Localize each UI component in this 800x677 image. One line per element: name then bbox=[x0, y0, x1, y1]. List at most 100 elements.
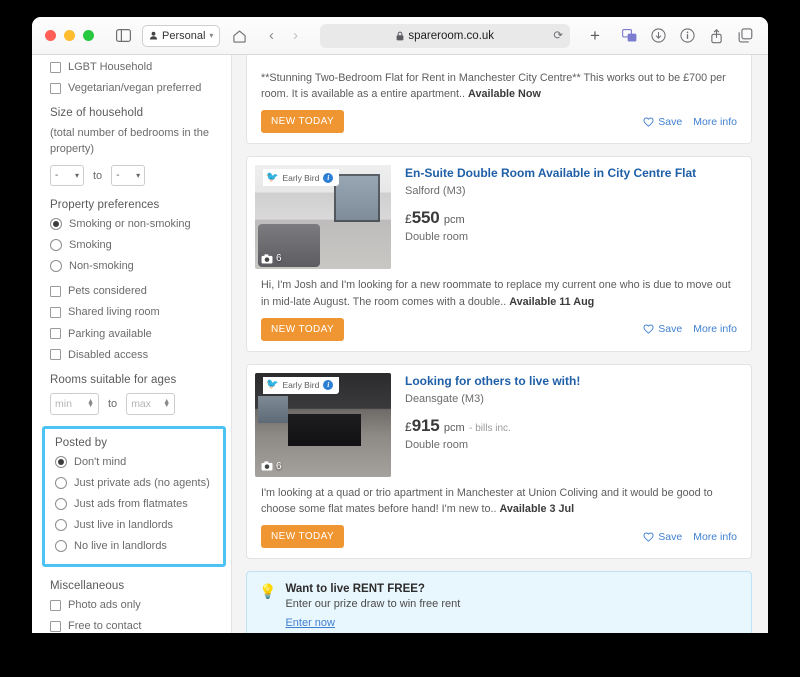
save-listing-button[interactable]: Save bbox=[643, 323, 682, 335]
filter-pets-considered[interactable]: Pets considered bbox=[50, 285, 218, 297]
window-controls bbox=[45, 30, 94, 41]
tab-group-icon[interactable] bbox=[732, 24, 758, 48]
household-size-to-select[interactable]: - ▾ bbox=[111, 165, 146, 187]
listing-room-type: Double room bbox=[405, 231, 468, 244]
listing-thumbnail[interactable]: 🐦 Early Bird i 6 bbox=[255, 165, 391, 270]
sidebar-toggle-icon[interactable] bbox=[110, 24, 136, 48]
save-listing-button[interactable]: Save bbox=[643, 531, 682, 543]
listing-title[interactable]: Looking for others to live with! bbox=[405, 374, 741, 390]
miscellaneous-group: Miscellaneous Photo ads only Free to con… bbox=[50, 580, 218, 633]
spinner-icon[interactable]: ▲ ▼ bbox=[87, 398, 94, 409]
availability-text: Available 11 Aug bbox=[509, 295, 595, 308]
price-unit: pcm bbox=[443, 421, 465, 434]
new-today-badge[interactable]: NEW TODAY bbox=[261, 525, 345, 549]
close-window-button[interactable] bbox=[45, 30, 56, 41]
price-currency: £ bbox=[405, 419, 412, 434]
new-tab-button[interactable]: + bbox=[584, 26, 606, 46]
filter-label: No live in landlords bbox=[74, 540, 167, 553]
radio-just-ads-from-flatmates[interactable]: Just ads from flatmates bbox=[55, 498, 213, 510]
radio-no-live-in-landlords[interactable]: No live in landlords bbox=[55, 540, 213, 553]
address-bar[interactable]: spareroom.co.uk ⟳ bbox=[320, 23, 570, 48]
early-bird-badge: 🐦 Early Bird i bbox=[263, 376, 340, 394]
filter-label: Don't mind bbox=[74, 455, 127, 468]
spinner-icon[interactable]: ▲ ▼ bbox=[163, 398, 170, 409]
promo-subtitle: Enter our prize draw to win free rent bbox=[285, 598, 461, 611]
radio-icon[interactable] bbox=[55, 455, 67, 468]
radio-just-live-in-landlords[interactable]: Just live in landlords bbox=[55, 519, 213, 532]
radio-just-private-ads[interactable]: Just private ads (no agents) bbox=[55, 477, 213, 489]
filter-vegetarian-vegan[interactable]: Vegetarian/vegan preferred bbox=[50, 82, 218, 94]
radio-dont-mind[interactable]: Don't mind bbox=[55, 456, 213, 468]
filter-shared-living-room[interactable]: Shared living room bbox=[50, 306, 218, 318]
radio-icon[interactable] bbox=[55, 540, 67, 553]
checkbox-icon[interactable] bbox=[50, 82, 61, 94]
promo-enter-now-link[interactable]: Enter now bbox=[285, 617, 335, 629]
more-info-link[interactable]: More info bbox=[693, 531, 737, 543]
home-icon[interactable] bbox=[226, 24, 252, 48]
age-min-stepper[interactable]: min ▲ ▼ bbox=[50, 392, 99, 415]
radio-smoking[interactable]: Smoking bbox=[50, 239, 218, 252]
filter-disabled-access[interactable]: Disabled access bbox=[50, 349, 218, 361]
filter-photo-ads-only[interactable]: Photo ads only bbox=[50, 599, 218, 611]
radio-smoking-or-non-smoking[interactable]: Smoking or non-smoking bbox=[50, 218, 218, 231]
info-icon[interactable]: i bbox=[323, 172, 334, 183]
group-title: Size of household bbox=[50, 107, 144, 120]
radio-icon[interactable] bbox=[50, 218, 62, 231]
info-icon[interactable] bbox=[674, 24, 700, 48]
tab-overview-icon[interactable] bbox=[616, 24, 642, 48]
new-today-badge[interactable]: NEW TODAY bbox=[261, 317, 345, 341]
new-today-badge[interactable]: NEW TODAY bbox=[261, 110, 345, 134]
checkbox-icon[interactable] bbox=[50, 328, 61, 340]
select-value: - bbox=[116, 170, 120, 182]
listing-title[interactable]: En-Suite Double Room Available in City C… bbox=[405, 166, 741, 182]
more-info-link[interactable]: More info bbox=[693, 323, 737, 335]
share-icon[interactable] bbox=[703, 24, 729, 48]
minimize-window-button[interactable] bbox=[64, 30, 75, 41]
photo-count-label: 6 bbox=[276, 253, 282, 265]
availability-text: Available 3 Jul bbox=[499, 502, 575, 515]
checkbox-icon[interactable] bbox=[50, 306, 61, 318]
checkbox-icon[interactable] bbox=[50, 61, 61, 73]
promo-banner[interactable]: 💡 Want to live RENT FREE? Enter our priz… bbox=[246, 571, 752, 633]
maximize-window-button[interactable] bbox=[83, 30, 94, 41]
filter-lgbt-household[interactable]: LGBT Household bbox=[50, 61, 218, 73]
price-currency: £ bbox=[405, 212, 412, 227]
radio-icon[interactable] bbox=[55, 476, 67, 489]
radio-icon[interactable] bbox=[50, 239, 62, 252]
back-button[interactable]: ‹ bbox=[260, 27, 282, 44]
checkbox-icon[interactable] bbox=[50, 285, 61, 297]
checkbox-icon[interactable] bbox=[50, 349, 61, 361]
photo-count-label: 6 bbox=[276, 460, 282, 472]
radio-non-smoking[interactable]: Non-smoking bbox=[50, 260, 218, 273]
filter-label: Just live in landlords bbox=[74, 519, 174, 531]
chevron-down-icon: ▾ bbox=[136, 171, 141, 181]
radio-icon[interactable] bbox=[55, 519, 67, 532]
posted-by-group-highlighted: Posted by Don't mind Just private ads (n… bbox=[42, 425, 226, 568]
info-icon[interactable]: i bbox=[323, 380, 334, 391]
listing-thumbnail[interactable]: 🐦 Early Bird i 6 bbox=[255, 372, 391, 477]
listing-card[interactable]: 🐦 Early Bird i 6 En-Suite Double Room Av… bbox=[246, 156, 752, 352]
downloads-icon[interactable] bbox=[645, 24, 671, 48]
filter-label: Just private ads (no agents) bbox=[74, 476, 210, 489]
listing-card[interactable]: 🐦 Early Bird i 6 Looking for others to l… bbox=[246, 363, 752, 560]
age-max-stepper[interactable]: max ▲ ▼ bbox=[126, 392, 176, 415]
reload-button[interactable]: ⟳ bbox=[553, 28, 563, 42]
listing-card-partial[interactable]: **Stunning Two-Bedroom Flat for Rent in … bbox=[246, 55, 752, 145]
urlbar-container: spareroom.co.uk ⟳ bbox=[312, 23, 578, 48]
profile-chip[interactable]: Personal ▾ bbox=[142, 24, 221, 47]
household-size-from-select[interactable]: - ▾ bbox=[50, 165, 84, 187]
more-info-link[interactable]: More info bbox=[693, 116, 737, 128]
group-title: Posted by bbox=[55, 436, 108, 449]
availability-text: Available Now bbox=[468, 88, 541, 101]
checkbox-icon[interactable] bbox=[50, 599, 61, 611]
forward-button[interactable]: › bbox=[284, 27, 306, 44]
filter-free-to-contact[interactable]: Free to contact bbox=[50, 620, 218, 632]
radio-icon[interactable] bbox=[55, 497, 67, 510]
radio-icon[interactable] bbox=[50, 260, 62, 273]
page-content: LGBT Household Vegetarian/vegan preferre… bbox=[32, 55, 768, 633]
chevron-down-icon: ▾ bbox=[209, 31, 214, 40]
filter-parking-available[interactable]: Parking available bbox=[50, 328, 218, 340]
save-listing-button[interactable]: Save bbox=[643, 116, 682, 128]
checkbox-icon[interactable] bbox=[50, 620, 61, 632]
filter-label: LGBT Household bbox=[68, 61, 153, 73]
